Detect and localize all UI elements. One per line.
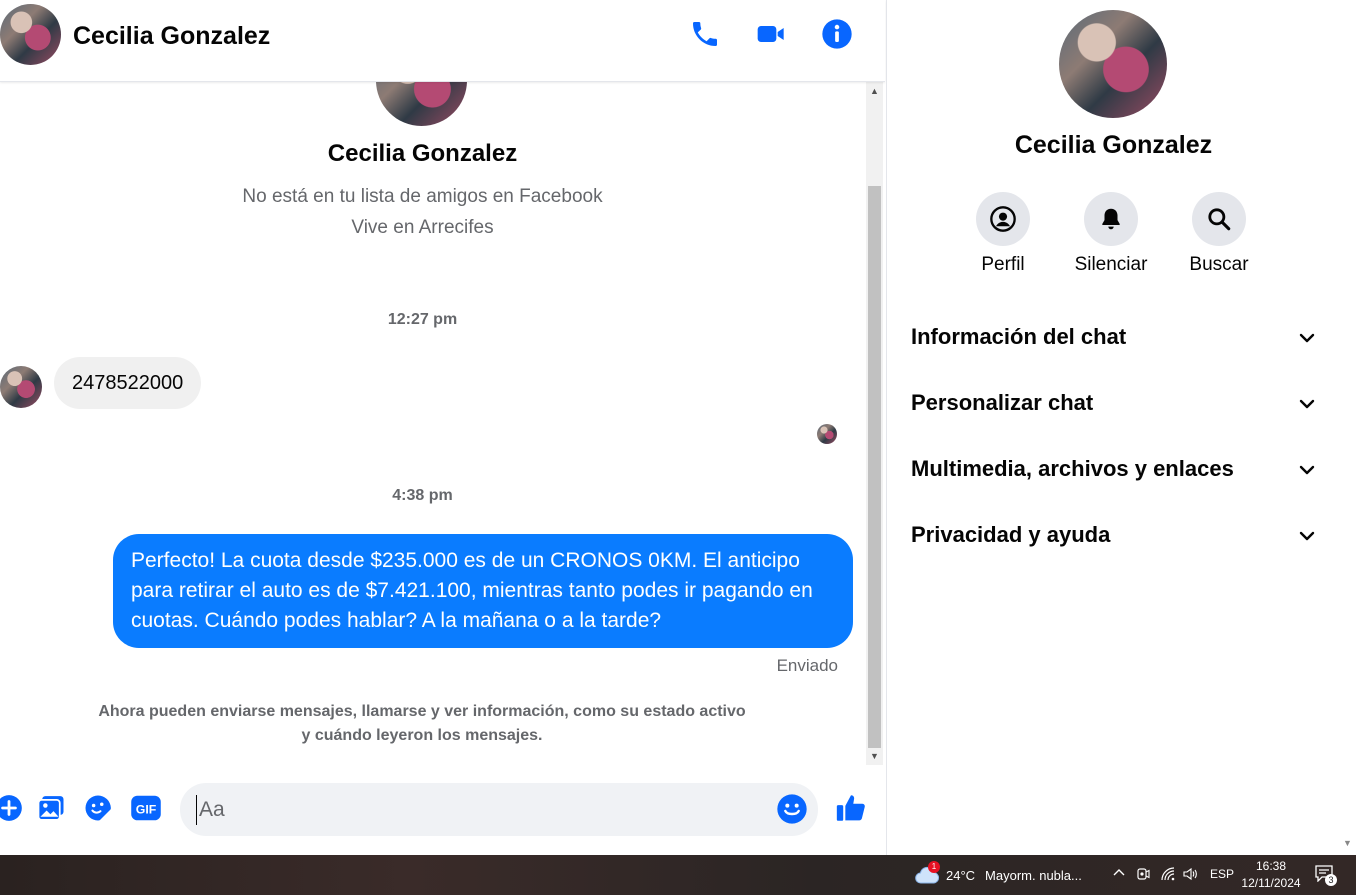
notification-count: 3 [1325, 874, 1337, 886]
message-input[interactable] [196, 795, 756, 825]
info-icon[interactable] [820, 17, 854, 51]
section-customize-chat[interactable]: Personalizar chat [911, 376, 1317, 428]
profile-button[interactable]: Perfil [963, 192, 1043, 276]
video-camera-icon[interactable] [754, 17, 788, 51]
search-label: Buscar [1189, 254, 1249, 275]
contact-avatar[interactable] [0, 4, 61, 65]
panel-avatar[interactable] [1059, 10, 1167, 118]
messenger-window: Cecilia Gonzalez Cecilia Gonzalez No est… [0, 0, 1356, 895]
message-timestamp: 4:38 pm [392, 487, 453, 504]
section-label: Personalizar chat [911, 390, 1094, 415]
section-label: Multimedia, archivos y enlaces [911, 456, 1234, 481]
panel-contact-name: Cecilia Gonzalez [1014, 131, 1213, 159]
language-indicator[interactable]: ESP [1210, 867, 1234, 881]
meet-now-icon[interactable] [1136, 866, 1150, 885]
outgoing-message[interactable]: Perfecto! La cuota desde $235.000 es de … [113, 534, 853, 648]
weather-condition: Mayorm. nubla... [985, 867, 1082, 883]
chat-header: Cecilia Gonzalez [0, 0, 885, 82]
intro-avatar [376, 82, 467, 126]
volume-icon[interactable] [1182, 866, 1198, 885]
scroll-thumb[interactable] [868, 186, 881, 748]
section-label: Privacidad y ayuda [911, 522, 1111, 547]
sticker-icon[interactable] [81, 791, 115, 825]
clock-time: 16:38 [1255, 859, 1287, 873]
search-button[interactable]: Buscar [1179, 192, 1259, 276]
wifi-icon[interactable] [1160, 866, 1176, 885]
cloud-icon: 1 [914, 861, 940, 887]
weather-widget[interactable]: 1 24°C Mayorm. nubla... [914, 861, 1082, 887]
clock-date: 12/11/2024 [1241, 876, 1301, 890]
photo-icon[interactable] [34, 791, 68, 825]
section-media-files-links[interactable]: Multimedia, archivos y enlaces [911, 442, 1317, 494]
chat-details-panel: Cecilia Gonzalez Perfil Silenciar Buscar… [886, 0, 1339, 855]
profile-icon [976, 192, 1030, 246]
profile-label: Perfil [981, 254, 1025, 275]
chevron-down-icon [1299, 399, 1315, 409]
incoming-message[interactable]: 2478522000 [54, 357, 202, 409]
section-chat-info[interactable]: Información del chat [911, 310, 1317, 362]
sent-status: Enviado [776, 656, 838, 675]
section-label: Información del chat [911, 324, 1127, 349]
intro-name: Cecilia Gonzalez [327, 140, 518, 167]
mute-label: Silenciar [1074, 254, 1148, 275]
seen-indicator-avatar [817, 424, 837, 444]
scroll-up-arrow-icon[interactable]: ▲ [866, 84, 883, 98]
taskbar: 1 24°C Mayorm. nubla... ESP 16:38 12/11/… [0, 855, 1356, 895]
chevron-down-icon [1299, 465, 1315, 475]
section-privacy-help[interactable]: Privacidad y ayuda [911, 508, 1317, 560]
plus-icon[interactable] [0, 791, 26, 825]
contact-name[interactable]: Cecilia Gonzalez [73, 22, 270, 51]
like-icon[interactable] [834, 791, 868, 825]
page-scrollbar[interactable]: ▼ [1339, 0, 1356, 855]
chevron-down-icon [1299, 333, 1315, 343]
weather-badge: 1 [928, 861, 940, 873]
message-list[interactable]: Cecilia Gonzalez No está en tu lista de … [0, 82, 866, 765]
gif-icon[interactable]: GIF [129, 791, 163, 825]
message-scrollbar[interactable]: ▲ ▼ [866, 82, 883, 765]
message-input-box[interactable] [180, 783, 818, 836]
chevron-up-icon[interactable] [1112, 866, 1126, 883]
search-icon [1192, 192, 1246, 246]
weather-temp: 24°C [946, 867, 976, 883]
notification-center-icon[interactable]: 3 [1314, 864, 1338, 886]
emoji-icon[interactable] [776, 793, 808, 825]
message-timestamp: 12:27 pm [387, 311, 458, 328]
contact-location: Vive en Arrecifes [351, 217, 494, 238]
system-clock[interactable]: 16:38 12/11/2024 [1238, 858, 1304, 892]
privacy-notice: Ahora pueden enviarse mensajes, llamarse… [98, 703, 746, 744]
mute-button[interactable]: Silenciar [1071, 192, 1151, 276]
chevron-down-icon [1299, 531, 1315, 541]
scroll-down-arrow-icon[interactable]: ▼ [866, 749, 883, 763]
bell-icon [1084, 192, 1138, 246]
phone-icon[interactable] [688, 17, 722, 51]
svg-text:GIF: GIF [136, 803, 157, 817]
sender-avatar[interactable] [0, 366, 42, 408]
friend-status: No está en tu lista de amigos en Faceboo… [242, 186, 603, 207]
composer: GIF [0, 768, 885, 855]
scroll-down-arrow-icon[interactable]: ▼ [1343, 838, 1352, 848]
